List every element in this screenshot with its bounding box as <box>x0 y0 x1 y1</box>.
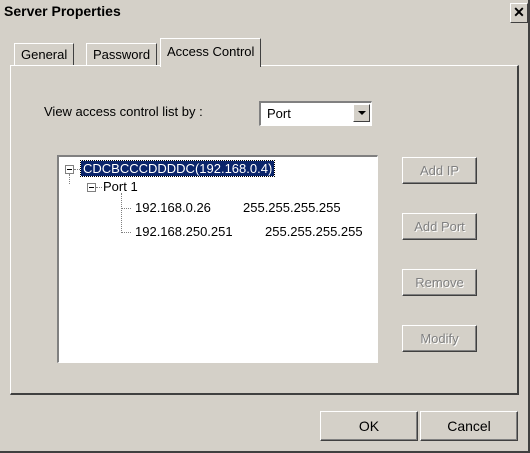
server-properties-dialog: Server Properties ✕ General Password Acc… <box>0 0 530 453</box>
modify-button[interactable]: Modify <box>402 325 477 352</box>
close-icon: ✕ <box>513 4 525 20</box>
tree-entry-ip[interactable]: 192.168.250.251 <box>135 224 233 239</box>
tree-connector <box>121 232 131 234</box>
dialog-title: Server Properties <box>4 3 121 19</box>
tree-entry-mask: 255.255.255.255 <box>243 200 341 215</box>
tree-root-node[interactable]: CDCBCCCDDDDC(192.168.0.4) <box>79 160 276 177</box>
cancel-label: Cancel <box>447 418 491 434</box>
collapse-port-icon[interactable] <box>87 183 96 192</box>
tree-connector <box>74 169 80 171</box>
view-by-value: Port <box>267 106 291 121</box>
tab-password[interactable]: Password <box>86 43 158 66</box>
tab-general[interactable]: General <box>14 43 75 66</box>
collapse-root-icon[interactable] <box>65 165 74 174</box>
ok-label: OK <box>358 418 380 434</box>
tree-entry-ip[interactable]: 192.168.0.26 <box>135 200 211 215</box>
add-ip-label: Add IP <box>419 163 460 178</box>
tree-port-node[interactable]: Port 1 <box>103 179 138 194</box>
title-bar: Server Properties ✕ <box>0 0 528 25</box>
tree-entry-mask: 255.255.255.255 <box>265 224 363 239</box>
ok-button[interactable]: OK <box>320 411 418 441</box>
tab-password-label: Password <box>93 47 151 62</box>
add-port-button[interactable]: Add Port <box>402 213 477 240</box>
tab-access-control[interactable]: Access Control <box>160 38 262 67</box>
tree-connector <box>69 174 71 184</box>
modify-label: Modify <box>420 331 459 346</box>
add-ip-button[interactable]: Add IP <box>402 157 477 184</box>
cancel-button[interactable]: Cancel <box>420 411 518 441</box>
tab-general-label: General <box>21 47 68 62</box>
tree-connector <box>121 193 123 233</box>
remove-button[interactable]: Remove <box>402 269 477 296</box>
view-by-label: View access control list by : <box>44 104 203 119</box>
access-control-tree[interactable]: CDCBCCCDDDDC(192.168.0.4) Port 1 192.168… <box>57 155 378 363</box>
tab-access-control-label: Access Control <box>167 44 255 59</box>
remove-label: Remove <box>415 275 464 290</box>
tree-connector <box>96 187 102 189</box>
chevron-down-icon[interactable] <box>353 104 370 122</box>
tree-connector <box>121 208 131 210</box>
close-button[interactable]: ✕ <box>510 3 528 23</box>
add-port-label: Add Port <box>414 219 465 234</box>
view-by-select[interactable]: Port <box>259 101 372 126</box>
